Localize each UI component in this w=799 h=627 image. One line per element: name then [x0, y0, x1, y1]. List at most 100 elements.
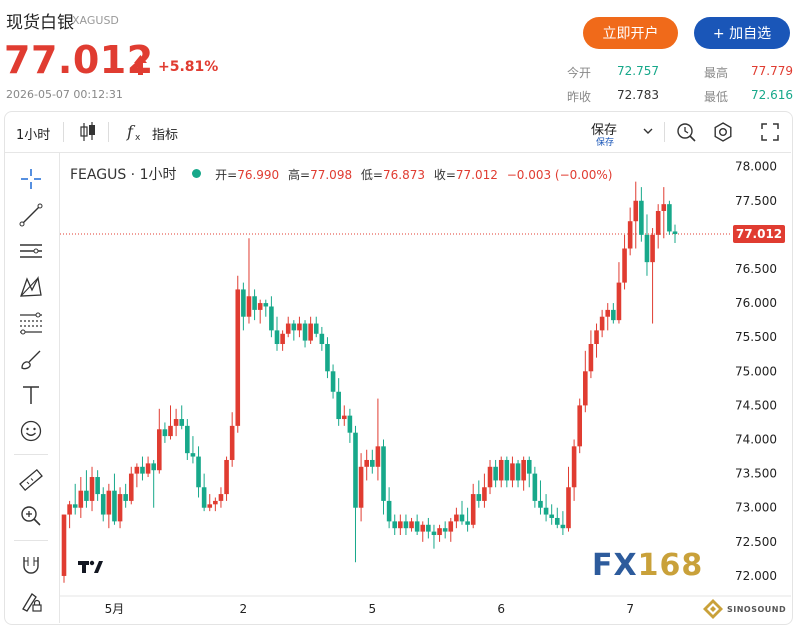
x-tick-label: 6: [497, 602, 505, 616]
candle-body: [84, 490, 89, 501]
clock-search-icon[interactable]: [675, 121, 697, 143]
candle-body: [381, 446, 386, 501]
candle-body: [403, 521, 409, 529]
candle-body: [252, 296, 257, 310]
candle-body: [201, 487, 207, 508]
interval-selector[interactable]: 1小时: [16, 124, 50, 143]
last-price-tag-label: 77.012: [736, 227, 782, 241]
y-tick-label: 76.000: [735, 296, 777, 310]
y-tick-label: 78.000: [735, 160, 777, 174]
y-tick-label: 74.000: [735, 433, 777, 447]
candle-body: [661, 204, 667, 211]
candle-body: [330, 371, 336, 392]
candle-body: [470, 494, 476, 525]
candle-body: [538, 500, 543, 508]
candle-body: [325, 344, 330, 372]
legend-symbol: FEAGUS · 1小时: [70, 167, 177, 183]
open-value: 72.757: [617, 64, 659, 78]
y-tick-label: 75.500: [735, 330, 777, 344]
candle-body: [431, 531, 437, 536]
x-tick-label: 5月: [105, 602, 125, 616]
candle-body: [465, 521, 470, 525]
candle-body: [257, 303, 263, 310]
prev-close-value: 72.783: [617, 88, 659, 102]
candle-body: [213, 500, 218, 505]
candle-body: [358, 466, 364, 508]
candle-body: [386, 500, 392, 522]
indicators-fx-icon[interactable]: f x: [126, 121, 146, 143]
candle-body: [409, 521, 414, 529]
fullscreen-icon[interactable]: [760, 122, 780, 142]
open-account-button[interactable]: 立即开户: [583, 17, 678, 49]
candle-body: [476, 494, 482, 501]
candle-body: [95, 477, 100, 495]
add-watchlist-button[interactable]: + 加自选: [694, 17, 790, 49]
candle-body: [151, 463, 156, 471]
candle-body: [549, 514, 554, 518]
tradingview-logo-icon[interactable]: [76, 555, 104, 579]
candle-body: [308, 323, 313, 341]
emoji-icon[interactable]: [18, 418, 44, 444]
ruler-icon[interactable]: [18, 467, 44, 493]
candle-body: [291, 323, 297, 331]
low-value: 72.616: [751, 88, 793, 102]
candle-body: [218, 494, 224, 501]
trend-line-icon[interactable]: [18, 202, 44, 228]
candle-body: [650, 234, 655, 263]
candle-body: [246, 296, 252, 317]
candle-body: [123, 494, 128, 501]
pattern-icon[interactable]: [18, 274, 44, 300]
candle-body: [100, 494, 106, 515]
candle-body: [370, 459, 375, 467]
candle-body: [504, 459, 510, 481]
lock-drawing-icon[interactable]: [18, 588, 44, 614]
candle-body: [616, 282, 622, 321]
candle-body: [78, 490, 84, 508]
candle-body: [588, 344, 594, 372]
save-sublabel: 保存: [596, 138, 615, 148]
horizontal-lines-icon[interactable]: [18, 238, 44, 264]
legend-low: 76.873: [382, 168, 425, 182]
candle-body: [72, 504, 78, 508]
brush-icon[interactable]: [18, 346, 44, 372]
candle-body: [224, 459, 229, 495]
candle-body: [134, 466, 140, 474]
legend-change: −0.003 (−0.00%): [506, 168, 613, 182]
instrument-name: 现货白银: [6, 13, 74, 33]
high-value: 77.779: [751, 64, 793, 78]
settings-icon[interactable]: [712, 121, 734, 143]
candle-body: [302, 323, 308, 341]
candle-body: [229, 425, 235, 460]
quote-timestamp: 2026-05-07 00:12:31: [6, 88, 123, 101]
candle-body: [493, 466, 498, 481]
candle-body: [605, 309, 611, 317]
zoom-in-icon[interactable]: [18, 503, 44, 529]
fib-retracement-icon[interactable]: [18, 310, 44, 336]
legend-close: 77.012: [455, 168, 498, 182]
candle-body: [190, 453, 196, 457]
chart-legend: FEAGUS · 1小时 开=76.990 高=77.098 低=76.873 …: [70, 164, 612, 184]
y-tick-label: 72.000: [735, 569, 777, 583]
candle-body: [398, 521, 403, 529]
legend-high-label: 高=: [288, 168, 311, 182]
fx168-logo-fx: FX: [592, 548, 638, 583]
legend-open-label: 开=: [215, 168, 238, 182]
candle-body: [594, 330, 599, 345]
candle-body: [420, 524, 426, 532]
magnet-icon[interactable]: [18, 552, 44, 578]
open-label: 今开: [567, 66, 592, 80]
svg-text:x: x: [135, 133, 141, 143]
chevron-down-icon[interactable]: [642, 126, 654, 136]
candle-body: [566, 487, 571, 529]
crosshair-icon[interactable]: [18, 166, 44, 192]
candle-body: [611, 309, 616, 321]
text-tool-icon[interactable]: [18, 382, 44, 408]
candlestick-type-icon[interactable]: [79, 121, 97, 143]
indicators-button[interactable]: 指标: [152, 124, 178, 143]
candle-body: [106, 490, 112, 515]
candle-body: [667, 204, 672, 232]
candle-body: [622, 248, 627, 283]
candle-body: [532, 473, 538, 501]
candle-body: [112, 490, 117, 522]
candle-body: [521, 459, 526, 481]
